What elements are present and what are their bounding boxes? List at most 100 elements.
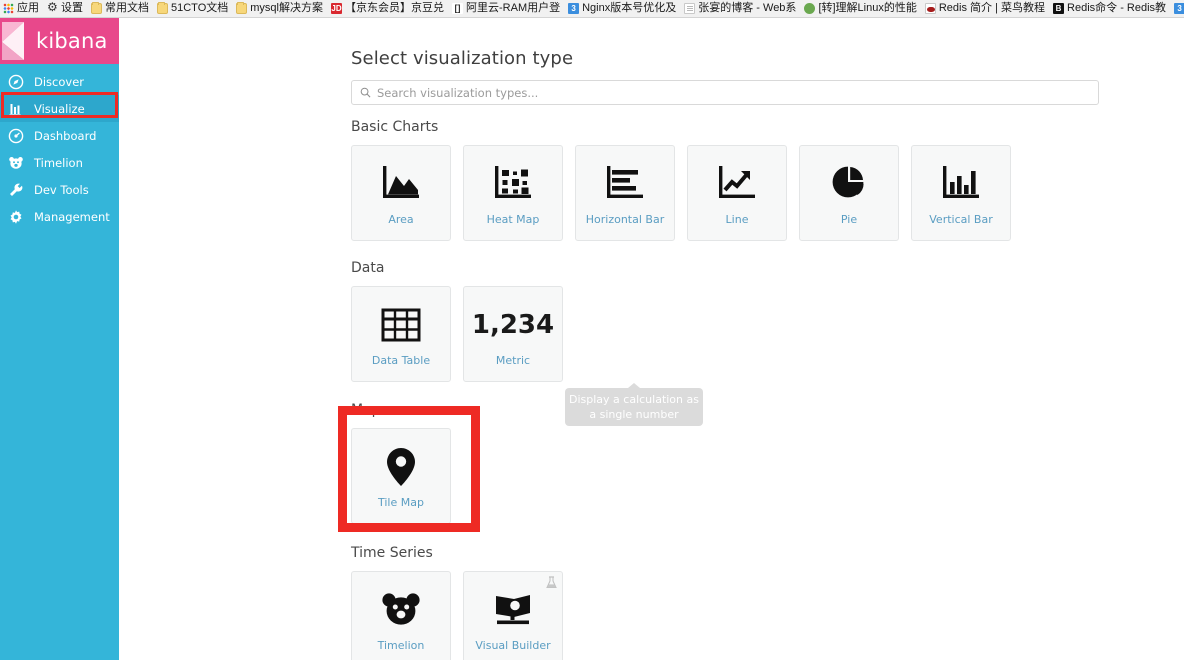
sidebar-item-dashboard[interactable]: Dashboard (0, 122, 119, 149)
bookmark-label: 应用 (17, 2, 39, 14)
wrench-icon (7, 181, 24, 198)
page-icon: 3 (1174, 3, 1184, 14)
visualization-type-picker: Select visualization type Basic Charts (351, 48, 1111, 660)
bookmark-label: mysql解决方案 (250, 2, 323, 14)
kibana-brand[interactable]: kibana (0, 18, 119, 64)
sidebar-item-management[interactable]: Management (0, 203, 119, 230)
kibana-logo-icon (0, 18, 34, 64)
card-vertical-bar[interactable]: Vertical Bar (911, 145, 1011, 241)
gear-icon (7, 208, 24, 225)
bookmark-label: Redis命令 - Redis教 (1067, 2, 1167, 14)
card-metric[interactable]: 1,234 Metric (463, 286, 563, 382)
sidebar-item-discover[interactable]: Discover (0, 68, 119, 95)
card-timelion[interactable]: Timelion (351, 571, 451, 660)
bookmark-label: 张宴的博客 - Web系 (698, 2, 797, 14)
group-title: Basic Charts (351, 119, 439, 135)
bear-icon (7, 154, 24, 171)
sidebar-item-visualize[interactable]: Visualize (0, 95, 119, 122)
data-table-icon (381, 302, 421, 348)
group-title: Time Series (351, 545, 433, 561)
pie-chart-icon (827, 161, 871, 207)
sidebar: kibana Discover Visualize Dashboard Time… (0, 18, 119, 660)
card-horizontal-bar[interactable]: Horizontal Bar (575, 145, 675, 241)
bookmark-item[interactable]: JD 【京东会员】京豆兑 (328, 0, 449, 17)
bookmark-item[interactable]: 张宴的博客 - Web系 (681, 0, 801, 17)
gear-icon (47, 2, 58, 14)
redis-icon (924, 3, 936, 14)
dashboard-icon (7, 127, 24, 144)
group-data: Data Data Table 1,234 Metric (351, 260, 1111, 382)
bookmark-item[interactable]: B Redis命令 - Redis教 (1050, 0, 1171, 17)
sidebar-nav: Discover Visualize Dashboard Timelion De… (0, 64, 119, 230)
bookmark-label: 设置 (61, 2, 83, 14)
card-data-table[interactable]: Data Table (351, 286, 451, 382)
line-chart-icon (715, 161, 759, 207)
document-icon (684, 3, 696, 14)
card-label: Visual Builder (475, 638, 551, 652)
card-list: Area Heat Map Horizontal Bar Line Pie Ve… (351, 145, 1111, 241)
group-basic-charts: Basic Charts Area Heat Map Horizontal Ba… (351, 119, 1111, 241)
bookmark-item[interactable]: 常用文档 (88, 0, 154, 17)
card-label: Line (725, 212, 749, 226)
folder-icon (236, 2, 248, 14)
page-icon: 3 (568, 3, 580, 14)
card-heat-map[interactable]: Heat Map (463, 145, 563, 241)
search-icon (360, 87, 371, 98)
group-title: Data (351, 260, 385, 276)
card-pie[interactable]: Pie (799, 145, 899, 241)
card-label: Tile Map (378, 495, 424, 509)
bookmark-item[interactable]: [转]理解Linux的性能 (801, 0, 921, 17)
aliyun-icon: [] (452, 3, 463, 14)
bookmark-label: [转]理解Linux的性能 (818, 2, 917, 14)
folder-icon (157, 2, 168, 14)
bookmark-item[interactable]: mysql解决方案 (233, 0, 328, 17)
card-label: Data Table (371, 353, 431, 367)
bookmark-label: Nginx版本号优化及 (582, 2, 677, 14)
bookmark-item[interactable]: Redis 简介 | 菜鸟教程 (922, 0, 1050, 17)
sidebar-item-label: Dev Tools (34, 182, 89, 197)
bookmark-item[interactable]: 3Python成长之路_博 (1171, 0, 1184, 17)
group-title: Maps (351, 402, 388, 418)
bear-icon (380, 587, 422, 633)
tooltip-metric: Display a calculation as a single number (565, 383, 703, 426)
apps-grid-icon (3, 3, 14, 14)
card-label: Pie (840, 212, 858, 226)
card-label: Horizontal Bar (585, 212, 665, 226)
card-label: Timelion (377, 638, 425, 652)
sidebar-item-label: Timelion (34, 155, 83, 170)
bookmark-item[interactable]: 3 Nginx版本号优化及 (565, 0, 681, 17)
bookmark-item[interactable]: 51CTO文档 (154, 0, 233, 17)
search-box[interactable] (351, 80, 1099, 105)
sidebar-item-label: Discover (34, 74, 85, 89)
card-tile-map[interactable]: Tile Map (351, 428, 451, 524)
card-line[interactable]: Line (687, 145, 787, 241)
card-label: Metric (495, 353, 531, 367)
horizontal-bar-icon (603, 161, 647, 207)
browser-bookmarks-bar: 应用设置常用文档51CTO文档mysql解决方案JD【京东会员】京豆兑[]阿里云… (0, 0, 1184, 18)
card-list: Timelion Visual Builder (351, 571, 1111, 660)
search-input[interactable] (377, 85, 1090, 100)
card-label: Heat Map (486, 212, 540, 226)
sidebar-item-label: Visualize (34, 101, 85, 116)
visual-builder-icon (491, 587, 535, 633)
sidebar-item-dev-tools[interactable]: Dev Tools (0, 176, 119, 203)
book-icon: B (1053, 3, 1065, 14)
bookmark-item[interactable]: [] 阿里云-RAM用户登 (449, 0, 565, 17)
metric-sample-value: 1,234 (471, 309, 555, 340)
card-list: Data Table 1,234 Metric (351, 286, 1111, 382)
card-area[interactable]: Area (351, 145, 451, 241)
bookmark-label: 常用文档 (105, 2, 149, 14)
bookmark-label: Redis 简介 | 菜鸟教程 (938, 2, 1046, 14)
bookmark-item[interactable]: 设置 (44, 0, 88, 17)
sidebar-item-timelion[interactable]: Timelion (0, 149, 119, 176)
bookmark-label: 【京东会员】京豆兑 (345, 2, 444, 14)
metric-number-icon: 1,234 (472, 302, 554, 348)
jd-icon: JD (331, 3, 342, 14)
bookmark-label: 51CTO文档 (171, 2, 229, 14)
bookmark-item[interactable]: 应用 (0, 0, 44, 17)
sidebar-item-label: Dashboard (34, 128, 97, 143)
beaker-icon (546, 576, 557, 589)
compass-icon (7, 73, 24, 90)
card-visual-builder[interactable]: Visual Builder (463, 571, 563, 660)
map-pin-icon (384, 444, 418, 490)
